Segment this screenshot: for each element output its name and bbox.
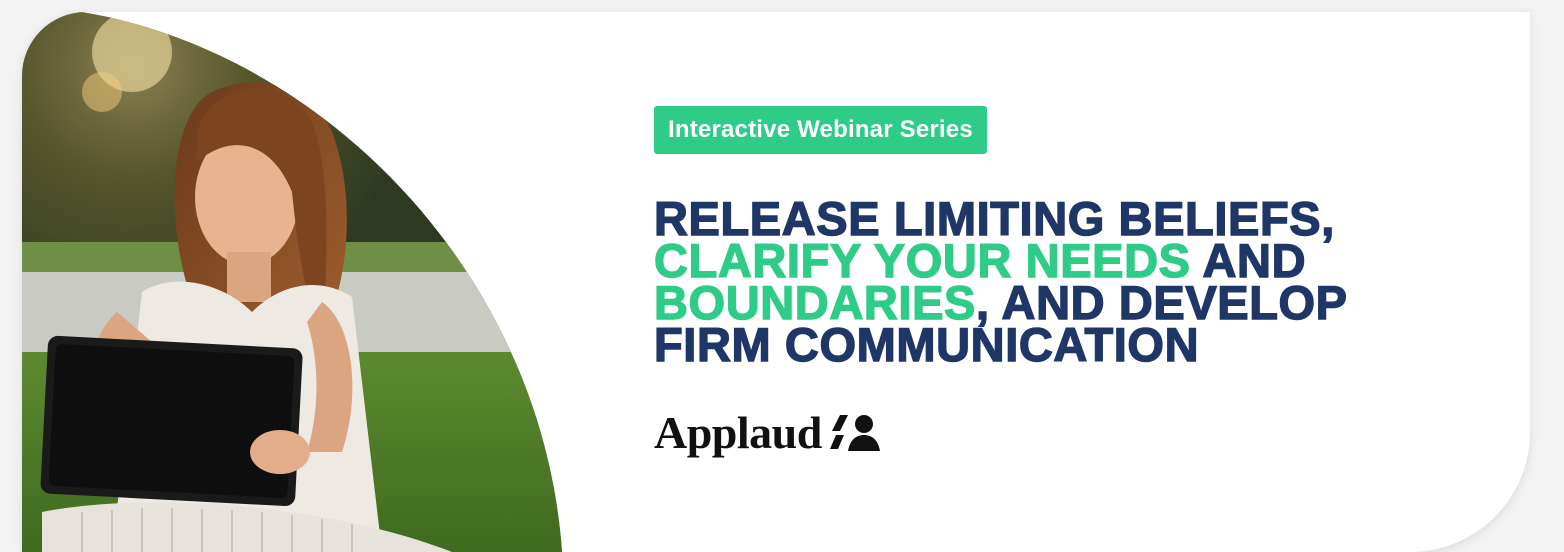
headline-line-4: FIRM COMMUNICATION — [653, 318, 1200, 371]
logo-wordmark: Applaud — [654, 407, 822, 458]
webinar-banner: Interactive Webinar Series RELEASE LIMIT… — [22, 12, 1530, 552]
headline: RELEASE LIMITING BELIEFS, CLARIFY YOUR N… — [653, 194, 1514, 368]
banner-content: Interactive Webinar Series RELEASE LIMIT… — [653, 106, 1514, 459]
hero-photo — [22, 12, 582, 552]
applaud-logo: Applaud — [654, 406, 1514, 459]
two-people-icon — [829, 413, 882, 453]
series-tag: Interactive Webinar Series — [654, 106, 987, 154]
